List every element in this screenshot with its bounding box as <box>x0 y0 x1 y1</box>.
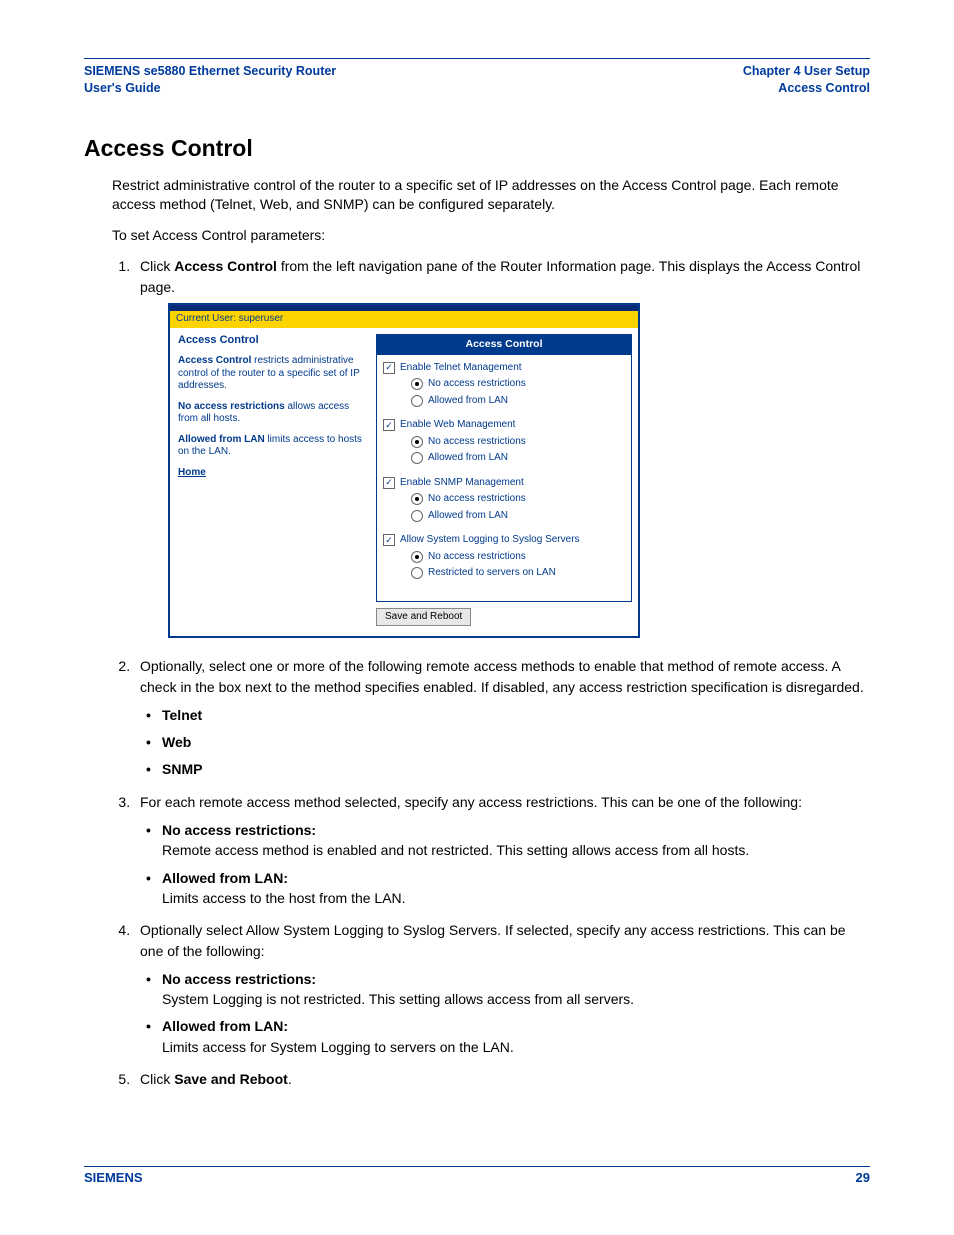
page-footer: SIEMENS 29 <box>84 1166 870 1185</box>
bullet-snmp: SNMP <box>162 759 870 779</box>
checkbox-telnet[interactable]: ✓ <box>383 362 395 374</box>
page-header: SIEMENS se5880 Ethernet Security Router … <box>84 58 870 97</box>
step-2: Optionally, select one or more of the fo… <box>134 656 870 779</box>
radio-syslog-lan[interactable] <box>411 567 423 579</box>
step3-item-2: Allowed from LAN: Limits access to the h… <box>162 868 870 909</box>
checkbox-snmp[interactable]: ✓ <box>383 477 395 489</box>
radio-snmp-lan[interactable] <box>411 510 423 522</box>
radio-web-noaccess[interactable] <box>411 436 423 448</box>
radio-web-lan[interactable] <box>411 452 423 464</box>
step4-item-1: No access restrictions: System Logging i… <box>162 969 870 1010</box>
header-left-line2: User's Guide <box>84 80 336 97</box>
step-1: Click Access Control from the left navig… <box>134 256 870 638</box>
figure-panel-title: Access Control <box>376 334 632 355</box>
screenshot-figure: Current User: superuser Access Control A… <box>168 303 640 638</box>
radio-snmp-noaccess[interactable] <box>411 493 423 505</box>
header-left-line1: SIEMENS se5880 Ethernet Security Router <box>84 63 336 80</box>
step4-item-2: Allowed from LAN: Limits access for Syst… <box>162 1016 870 1057</box>
figure-sidebar: Access Control Access Control restricts … <box>170 328 374 637</box>
step3-item-1: No access restrictions: Remote access me… <box>162 820 870 861</box>
radio-telnet-noaccess[interactable] <box>411 378 423 390</box>
bullet-telnet: Telnet <box>162 705 870 725</box>
intro-paragraph-2: To set Access Control parameters: <box>112 226 870 245</box>
header-right-line2: Access Control <box>743 80 870 97</box>
radio-telnet-lan[interactable] <box>411 395 423 407</box>
bullet-web: Web <box>162 732 870 752</box>
steps-list: Click Access Control from the left navig… <box>112 256 870 1089</box>
page-title: Access Control <box>84 135 870 162</box>
step-5: Click Save and Reboot. <box>134 1069 870 1089</box>
footer-right: 29 <box>856 1170 870 1185</box>
figure-home-link[interactable]: Home <box>178 467 366 480</box>
header-right-line1: Chapter 4 User Setup <box>743 63 870 80</box>
step-4: Optionally select Allow System Logging t… <box>134 920 870 1057</box>
intro-paragraph-1: Restrict administrative control of the r… <box>112 176 870 214</box>
figure-side-title: Access Control <box>178 334 366 348</box>
figure-user-bar: Current User: superuser <box>170 311 638 328</box>
checkbox-syslog[interactable]: ✓ <box>383 534 395 546</box>
footer-left: SIEMENS <box>84 1170 143 1185</box>
step-3: For each remote access method selected, … <box>134 792 870 908</box>
checkbox-web[interactable]: ✓ <box>383 419 395 431</box>
radio-syslog-noaccess[interactable] <box>411 551 423 563</box>
save-reboot-button[interactable]: Save and Reboot <box>376 608 471 627</box>
